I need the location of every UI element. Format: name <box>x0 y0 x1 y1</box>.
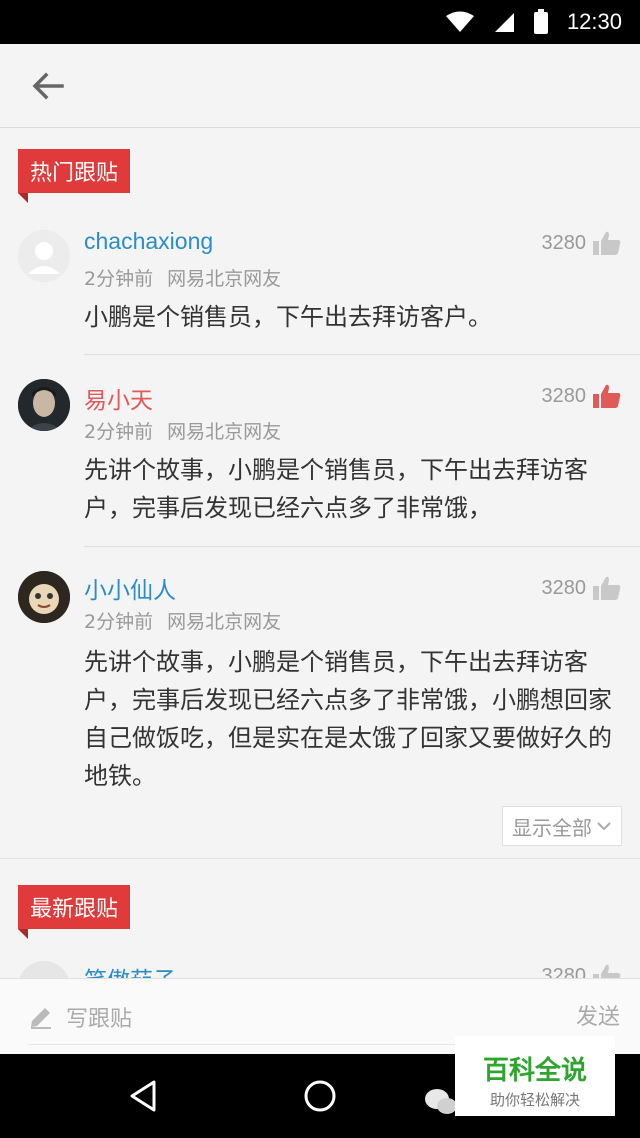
comment-divider <box>84 546 640 547</box>
section-divider <box>0 858 640 859</box>
comment-time: 2分钟前 <box>84 421 154 443</box>
home-circle-icon[interactable] <box>300 1076 340 1116</box>
show-all-button[interactable]: 显示全部 <box>502 806 622 846</box>
pencil-icon <box>31 1007 51 1029</box>
arrow-back-icon[interactable] <box>28 68 68 104</box>
battery-icon <box>533 9 548 34</box>
comment-meta: 2分钟前 网易北京网友 <box>84 607 281 634</box>
signal-icon <box>494 13 514 32</box>
username[interactable]: 笑傲茄子 <box>84 961 176 979</box>
show-all-label: 显示全部 <box>512 815 592 840</box>
like-button[interactable]: 3280 <box>542 383 623 409</box>
username[interactable]: chachaxiong <box>84 228 213 255</box>
wechat-icon <box>425 1089 457 1114</box>
like-button[interactable]: 3280 <box>542 575 623 601</box>
avatar[interactable] <box>18 379 70 431</box>
avatar[interactable] <box>18 230 70 282</box>
comment-text: 先讲个故事，小鹏是个销售员，下午出去拜访客户，完事后发现已经六点多了非常饿， <box>84 456 588 522</box>
comment-meta: 2分钟前 网易北京网友 <box>84 417 281 444</box>
compose-placeholder: 写跟贴 <box>66 1006 133 1032</box>
comment-time: 2分钟前 <box>84 611 154 633</box>
watermark-subtitle: 助你轻松解决 <box>489 1091 580 1109</box>
username[interactable]: 易小天 <box>84 381 153 415</box>
avatar[interactable] <box>18 571 70 623</box>
comment-location: 网易北京网友 <box>167 268 282 290</box>
thumbs-up-icon <box>593 964 621 979</box>
send-button[interactable]: 发送 <box>576 999 620 1031</box>
hot-comments-tag: 热门跟贴 <box>18 149 131 203</box>
latest-comments-tag: 最新跟贴 <box>18 885 131 939</box>
watermark-logo: 百科全说 助你轻松解决 <box>455 1036 615 1116</box>
thumbs-up-icon <box>593 231 621 255</box>
wifi-icon <box>445 11 474 32</box>
status-bar: 12:30 <box>0 0 640 44</box>
comment-meta: 2分钟前 网易北京网友 <box>84 264 281 291</box>
like-count: 3280 <box>541 576 587 599</box>
thumbs-up-icon <box>593 384 621 408</box>
back-triangle-icon[interactable] <box>124 1076 164 1116</box>
username[interactable]: 小小仙人 <box>84 571 176 605</box>
user-photo-icon <box>18 379 70 431</box>
chevron-down-icon <box>597 822 611 831</box>
user-photo-icon <box>18 571 70 623</box>
comment-location: 网易北京网友 <box>167 421 282 443</box>
comment-item[interactable]: 笑傲茄子 3280 <box>0 955 640 979</box>
like-button[interactable]: 3280 <box>542 963 623 979</box>
latest-comments-label: 最新跟贴 <box>30 897 119 922</box>
comment-divider <box>84 354 640 355</box>
like-count: 3280 <box>541 964 587 980</box>
status-time: 12:30 <box>566 9 622 34</box>
comment-location: 网易北京网友 <box>167 611 282 633</box>
comment-text: 先讲个故事，小鹏是个销售员，下午出去拜访客户，完事后发现已经六点多了非常饿，小鹏… <box>84 648 612 790</box>
comment-text: 小鹏是个销售员，下午出去拜访客户。 <box>84 303 492 331</box>
comment-item[interactable]: 易小天 2分钟前 网易北京网友 3280 先讲个故事，小鹏是个销售员，下午出去拜访… <box>0 375 640 547</box>
default-avatar-icon <box>18 230 70 282</box>
toolbar <box>0 44 640 128</box>
like-button[interactable]: 3280 <box>542 230 623 256</box>
comment-item[interactable]: chachaxiong 2分钟前 网易北京网友 3280 小鹏是个销售员，下午出去… <box>0 222 640 356</box>
comment-time: 2分钟前 <box>84 268 154 290</box>
like-count: 3280 <box>541 231 587 254</box>
like-count: 3280 <box>541 384 587 407</box>
thumbs-up-icon <box>593 576 621 600</box>
hot-comments-label: 热门跟贴 <box>30 161 119 186</box>
watermark-title: 百科全说 <box>482 1056 587 1086</box>
avatar[interactable] <box>18 961 70 979</box>
